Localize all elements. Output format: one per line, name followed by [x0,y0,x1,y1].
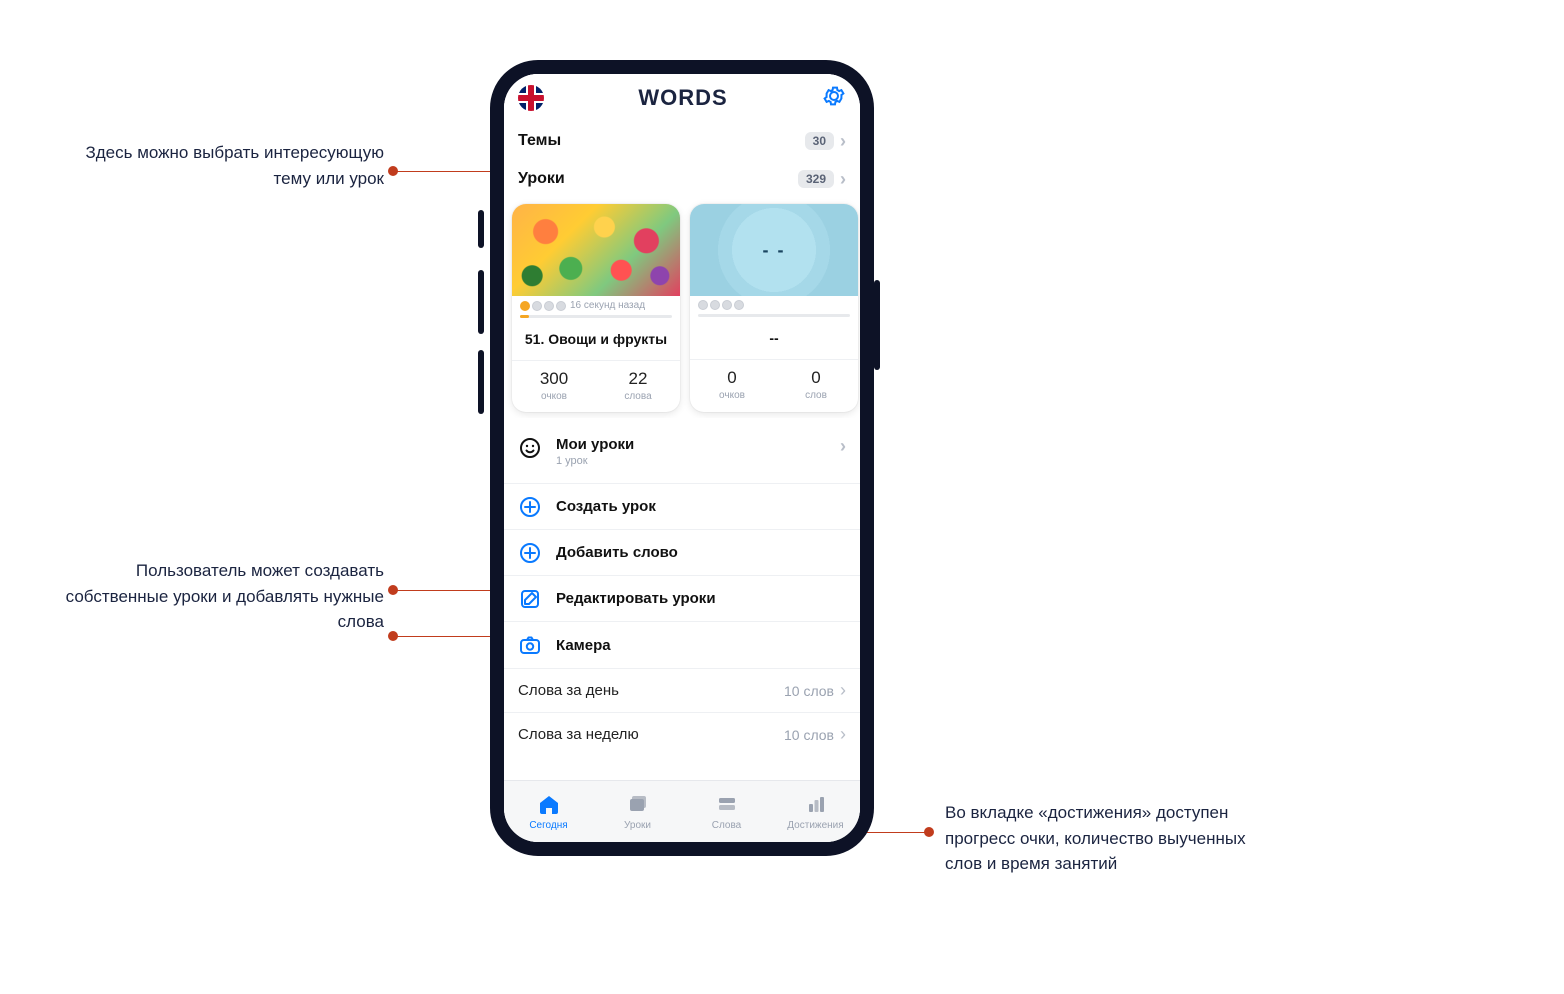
chevron-right-icon: › [840,436,846,457]
words-per-day-row[interactable]: Слова за день 10 слов › [504,668,860,712]
create-lesson-row[interactable]: Создать урок [504,484,860,530]
annotation-dot [388,166,398,176]
lesson-points-label: очков [690,390,774,401]
lesson-time-ago: 16 секунд назад [570,300,645,311]
annotation-dot [388,631,398,641]
progress-dots [698,300,744,310]
lesson-card[interactable]: 16 секунд назад 51. Овощи и фрукты 300 о… [512,204,680,412]
words-per-week-label: Слова за неделю [518,726,639,743]
progress-dots [520,301,566,311]
lesson-words-value: 0 [774,368,858,388]
lesson-words-label: слова [596,391,680,402]
tab-label: Слова [712,820,742,831]
edit-lessons-label: Редактировать уроки [556,590,716,607]
phone-side-button [478,210,484,248]
lesson-card-image [512,204,680,296]
lessons-row[interactable]: Уроки 329 › [518,160,846,198]
lesson-cards-scroll[interactable]: 16 секунд назад 51. Овощи и фрукты 300 о… [504,198,860,418]
lesson-points-value: 300 [512,369,596,389]
tab-label: Достижения [787,820,843,831]
annotation-line [394,171,494,172]
lesson-card-image: - - [690,204,858,296]
phone-side-button [478,270,484,334]
themes-row[interactable]: Темы 30 › [518,122,846,160]
my-lessons-row[interactable]: Мои уроки 1 урок › [504,426,860,484]
camera-label: Камера [556,637,611,654]
words-per-week-value: 10 слов [784,727,834,743]
lessons-count-badge: 329 [798,170,834,188]
annotation-dot [924,827,934,837]
lesson-points-value: 0 [690,368,774,388]
lesson-progress-bar [698,314,850,317]
create-lesson-label: Создать урок [556,498,656,515]
my-lessons-label: Мои уроки [556,436,634,453]
annotation-themes: Здесь можно выбрать интересующую тему ил… [78,140,384,191]
words-per-day-label: Слова за день [518,682,619,699]
app-header: WORDS [504,74,860,122]
language-flag-button[interactable] [518,85,544,111]
words-per-day-value: 10 слов [784,683,834,699]
chevron-right-icon: › [840,131,846,152]
themes-count-badge: 30 [805,132,834,150]
app-screen: WORDS Темы 30 › Уроки 329 › [504,74,860,842]
add-word-label: Добавить слово [556,544,678,561]
tab-words[interactable]: Слова [682,781,771,842]
smile-icon [518,436,542,460]
tab-lessons[interactable]: Уроки [593,781,682,842]
lesson-progress-bar [520,315,672,318]
bars-icon [804,792,828,816]
phone-frame: WORDS Темы 30 › Уроки 329 › [490,60,874,856]
annotation-create: Пользователь может создавать собственные… [60,558,384,635]
lesson-card[interactable]: - - -- 0 очков 0 слов [690,204,858,412]
chevron-right-icon: › [840,169,846,190]
lesson-card-title: 51. Овощи и фрукты [512,318,680,360]
stack-icon [626,792,650,816]
gear-icon [822,84,846,108]
words-per-week-row[interactable]: Слова за неделю 10 слов › [504,712,860,756]
cards-icon [715,792,739,816]
plus-circle-icon [518,541,542,565]
themes-label: Темы [518,132,561,150]
add-word-row[interactable]: Добавить слово [504,530,860,576]
my-lessons-subtitle: 1 урок [556,455,634,467]
phone-side-button [478,350,484,414]
chevron-right-icon: › [840,680,846,701]
lessons-label: Уроки [518,170,565,188]
phone-side-button [874,280,880,370]
annotation-achievements: Во вкладке «достижения» доступен прогрес… [945,800,1285,877]
lesson-card-title: -- [690,317,858,359]
plus-circle-icon [518,495,542,519]
lesson-points-label: очков [512,391,596,402]
home-icon [537,792,561,816]
camera-row[interactable]: Камера [504,622,860,668]
edit-icon [518,587,542,611]
tab-achievements[interactable]: Достижения [771,781,860,842]
tab-label: Сегодня [529,820,567,831]
annotation-dot [388,585,398,595]
lesson-words-value: 22 [596,369,680,389]
tab-bar: Сегодня Уроки Слова Достижения [504,780,860,842]
lesson-words-label: слов [774,390,858,401]
app-title: WORDS [638,85,727,111]
tab-label: Уроки [624,820,651,831]
edit-lessons-row[interactable]: Редактировать уроки [504,576,860,622]
tab-today[interactable]: Сегодня [504,781,593,842]
settings-button[interactable] [822,84,846,113]
camera-icon [518,633,542,657]
chevron-right-icon: › [840,724,846,745]
